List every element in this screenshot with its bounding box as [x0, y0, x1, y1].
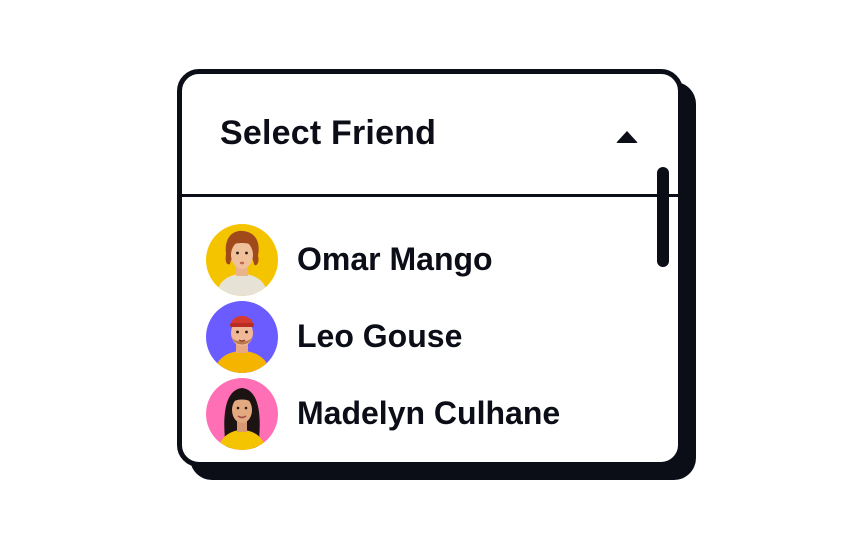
avatar — [206, 378, 278, 450]
scrollbar-thumb[interactable] — [657, 167, 669, 267]
friend-option-leo-gouse[interactable]: Leo Gouse — [206, 301, 626, 373]
stage: Select Friend Omar Mango Leo Gouse Madel… — [0, 0, 864, 540]
dropdown-header[interactable]: Select Friend — [182, 74, 678, 194]
friend-option-madelyn-culhane[interactable]: Madelyn Culhane — [206, 378, 626, 450]
avatar-omar-mango-icon — [206, 224, 278, 296]
avatar-leo-gouse-icon — [206, 301, 278, 373]
dropdown-title: Select Friend — [220, 114, 437, 152]
caret-up-icon[interactable] — [616, 131, 638, 143]
friend-name: Madelyn Culhane — [297, 395, 561, 431]
friend-select-dropdown: Select Friend Omar Mango Leo Gouse Madel… — [177, 69, 683, 467]
avatar-madelyn-culhane-icon — [206, 378, 278, 450]
friend-option-omar-mango[interactable]: Omar Mango — [206, 224, 626, 296]
avatar — [206, 224, 278, 296]
avatar — [206, 301, 278, 373]
friend-name: Omar Mango — [297, 241, 493, 277]
friend-name: Leo Gouse — [297, 318, 463, 354]
friend-list: Omar Mango Leo Gouse Madelyn Culhane — [182, 197, 678, 462]
